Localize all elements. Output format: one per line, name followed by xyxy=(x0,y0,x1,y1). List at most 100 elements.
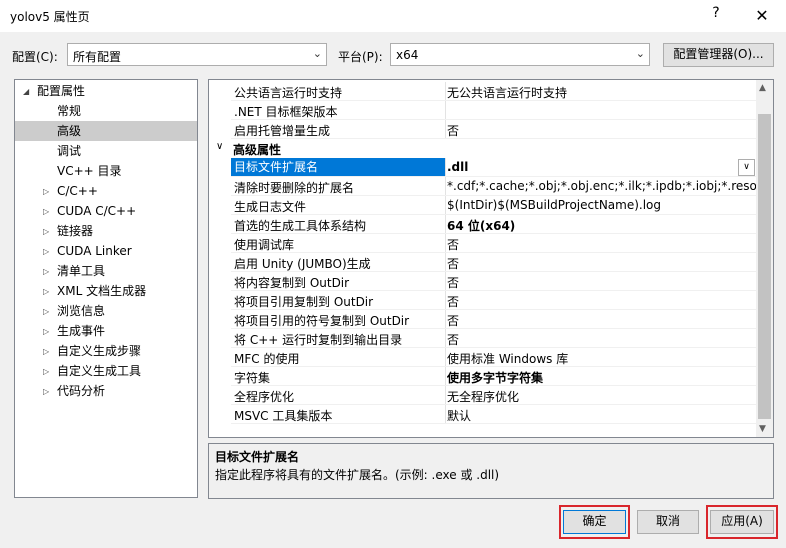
property-value[interactable]: 否 xyxy=(447,312,757,329)
property-row[interactable]: 清除时要删除的扩展名 *.cdf;*.cache;*.obj;*.obj.enc;… xyxy=(209,177,758,196)
tree-item[interactable]: CUDA Linker xyxy=(57,241,132,261)
property-row[interactable]: 目标文件扩展名 .dll ∨ xyxy=(209,158,758,177)
property-name: 使用调试库 xyxy=(234,238,295,252)
expand-arrow-icon[interactable]: ▷ xyxy=(43,187,49,196)
property-value[interactable]: .dll xyxy=(447,160,757,174)
property-row[interactable]: MFC 的使用 使用标准 Windows 库 xyxy=(209,348,758,367)
tree-item[interactable]: 自定义生成步骤 xyxy=(57,341,141,361)
property-row[interactable]: 公共语言运行时支持 无公共语言运行时支持 xyxy=(209,82,758,101)
tree-item[interactable]: 常规 xyxy=(57,101,81,121)
expand-arrow-icon[interactable]: ▷ xyxy=(43,307,49,316)
column-divider xyxy=(445,367,446,386)
collapse-arrow-icon[interactable]: ◢ xyxy=(23,87,29,96)
chevron-down-icon[interactable]: ∨ xyxy=(738,159,755,176)
property-name: 全程序优化 xyxy=(234,390,295,404)
property-value[interactable]: 使用多字节字符集 xyxy=(447,369,757,386)
property-row[interactable]: 将项目引用的符号复制到 OutDir 否 xyxy=(209,310,758,329)
platform-select[interactable]: x64 ⌄ xyxy=(390,43,650,66)
tree-item[interactable]: 代码分析 xyxy=(57,381,105,401)
column-divider xyxy=(445,310,446,329)
property-row[interactable]: 将 C++ 运行时复制到输出目录 否 xyxy=(209,329,758,348)
property-value[interactable]: 默认 xyxy=(447,407,757,424)
property-value[interactable]: 否 xyxy=(447,236,757,253)
property-value[interactable]: *.cdf;*.cache;*.obj;*.obj.enc;*.ilk;*.ip… xyxy=(447,179,757,193)
property-value[interactable]: 否 xyxy=(447,293,757,310)
tree-item[interactable]: 调试 xyxy=(57,141,81,161)
category-row[interactable]: ∨ 高级属性 xyxy=(209,139,758,158)
scrollbar-thumb[interactable] xyxy=(758,114,771,419)
config-select[interactable]: 所有配置 ⌄ xyxy=(67,43,327,66)
ok-button[interactable]: 确定 xyxy=(563,510,626,534)
expand-arrow-icon[interactable]: ▷ xyxy=(43,347,49,356)
property-row[interactable]: 将项目引用复制到 OutDir 否 xyxy=(209,291,758,310)
expand-arrow-icon[interactable]: ▷ xyxy=(43,287,49,296)
column-divider xyxy=(445,348,446,367)
description-text: 指定此程序将具有的文件扩展名。(示例: .exe 或 .dll) xyxy=(215,468,500,482)
expand-arrow-icon[interactable]: ▷ xyxy=(43,267,49,276)
property-row[interactable]: 全程序优化 无全程序优化 xyxy=(209,386,758,405)
property-value[interactable]: 否 xyxy=(447,255,757,272)
scroll-up-icon[interactable]: ▲ xyxy=(759,83,766,93)
chevron-down-icon: ⌄ xyxy=(312,47,322,60)
property-row[interactable]: 首选的生成工具体系结构 64 位(x64) xyxy=(209,215,758,234)
vertical-scrollbar[interactable]: ▲ ▼ xyxy=(756,80,773,437)
tree-item[interactable]: 生成事件 xyxy=(57,321,105,341)
column-divider xyxy=(445,329,446,348)
tree-root[interactable]: 配置属性 xyxy=(37,81,85,101)
property-row[interactable]: 生成日志文件 $(IntDir)$(MSBuildProjectName).log xyxy=(209,196,758,215)
category-name: 高级属性 xyxy=(233,143,282,157)
expand-arrow-icon[interactable]: ▷ xyxy=(43,227,49,236)
property-value[interactable]: 否 xyxy=(447,274,757,291)
title-bar: yolov5 属性页 ? ✕ xyxy=(0,0,786,32)
property-value[interactable]: 64 位(x64) xyxy=(447,217,757,234)
column-divider xyxy=(445,215,446,234)
property-name: 将项目引用的符号复制到 OutDir xyxy=(234,314,410,328)
help-button[interactable]: ? xyxy=(706,5,726,27)
property-value[interactable]: 无公共语言运行时支持 xyxy=(447,84,757,101)
collapse-icon[interactable]: ∨ xyxy=(216,141,223,152)
property-value[interactable]: 无全程序优化 xyxy=(447,388,757,405)
tree-item[interactable]: 自定义生成工具 xyxy=(57,361,141,381)
property-name: 字符集 xyxy=(234,371,271,385)
tree-item[interactable]: C/C++ xyxy=(57,181,98,201)
property-row[interactable]: .NET 目标框架版本 xyxy=(209,101,758,120)
column-divider xyxy=(445,120,446,139)
tree-item[interactable]: 链接器 xyxy=(57,221,93,241)
tree-item[interactable]: 高级 xyxy=(15,121,197,141)
column-divider xyxy=(445,82,446,101)
property-value[interactable]: 使用标准 Windows 库 xyxy=(447,350,757,367)
expand-arrow-icon[interactable]: ▷ xyxy=(43,327,49,336)
tree-item[interactable]: 浏览信息 xyxy=(57,301,105,321)
property-name: 将 C++ 运行时复制到输出目录 xyxy=(234,333,403,347)
apply-button[interactable]: 应用(A) xyxy=(710,510,774,534)
tree-item[interactable]: 清单工具 xyxy=(57,261,105,281)
column-divider xyxy=(445,291,446,310)
property-grid: 公共语言运行时支持 无公共语言运行时支持 .NET 目标框架版本 启用托管增量生成否 ∨… xyxy=(208,79,774,438)
property-row[interactable]: 将内容复制到 OutDir 否 xyxy=(209,272,758,291)
config-manager-button[interactable]: 配置管理器(O)... xyxy=(663,43,774,67)
expand-arrow-icon[interactable]: ▷ xyxy=(43,247,49,256)
property-value[interactable]: $(IntDir)$(MSBuildProjectName).log xyxy=(447,198,757,212)
window-title: yolov5 属性页 xyxy=(10,10,90,24)
property-row[interactable]: 启用 Unity (JUMBO)生成 否 xyxy=(209,253,758,272)
column-divider xyxy=(445,272,446,291)
tree-item[interactable]: VC++ 目录 xyxy=(57,161,122,181)
scroll-down-icon[interactable]: ▼ xyxy=(759,424,766,434)
property-value[interactable]: 否 xyxy=(447,122,757,139)
platform-select-value: x64 xyxy=(396,48,419,62)
tree-item[interactable]: XML 文档生成器 xyxy=(57,281,146,301)
column-divider xyxy=(445,196,446,215)
tree-item[interactable]: CUDA C/C++ xyxy=(57,201,136,221)
config-select-value: 所有配置 xyxy=(73,50,122,64)
expand-arrow-icon[interactable]: ▷ xyxy=(43,387,49,396)
expand-arrow-icon[interactable]: ▷ xyxy=(43,367,49,376)
property-value[interactable]: 否 xyxy=(447,331,757,348)
property-row[interactable]: 使用调试库 否 xyxy=(209,234,758,253)
expand-arrow-icon[interactable]: ▷ xyxy=(43,207,49,216)
close-button[interactable]: ✕ xyxy=(742,2,782,30)
property-name: 清除时要删除的扩展名 xyxy=(234,181,355,195)
property-row[interactable]: 启用托管增量生成 否 xyxy=(209,120,758,139)
property-row[interactable]: 字符集 使用多字节字符集 xyxy=(209,367,758,386)
cancel-button[interactable]: 取消 xyxy=(637,510,699,534)
property-row[interactable]: MSVC 工具集版本 默认 xyxy=(209,405,758,424)
